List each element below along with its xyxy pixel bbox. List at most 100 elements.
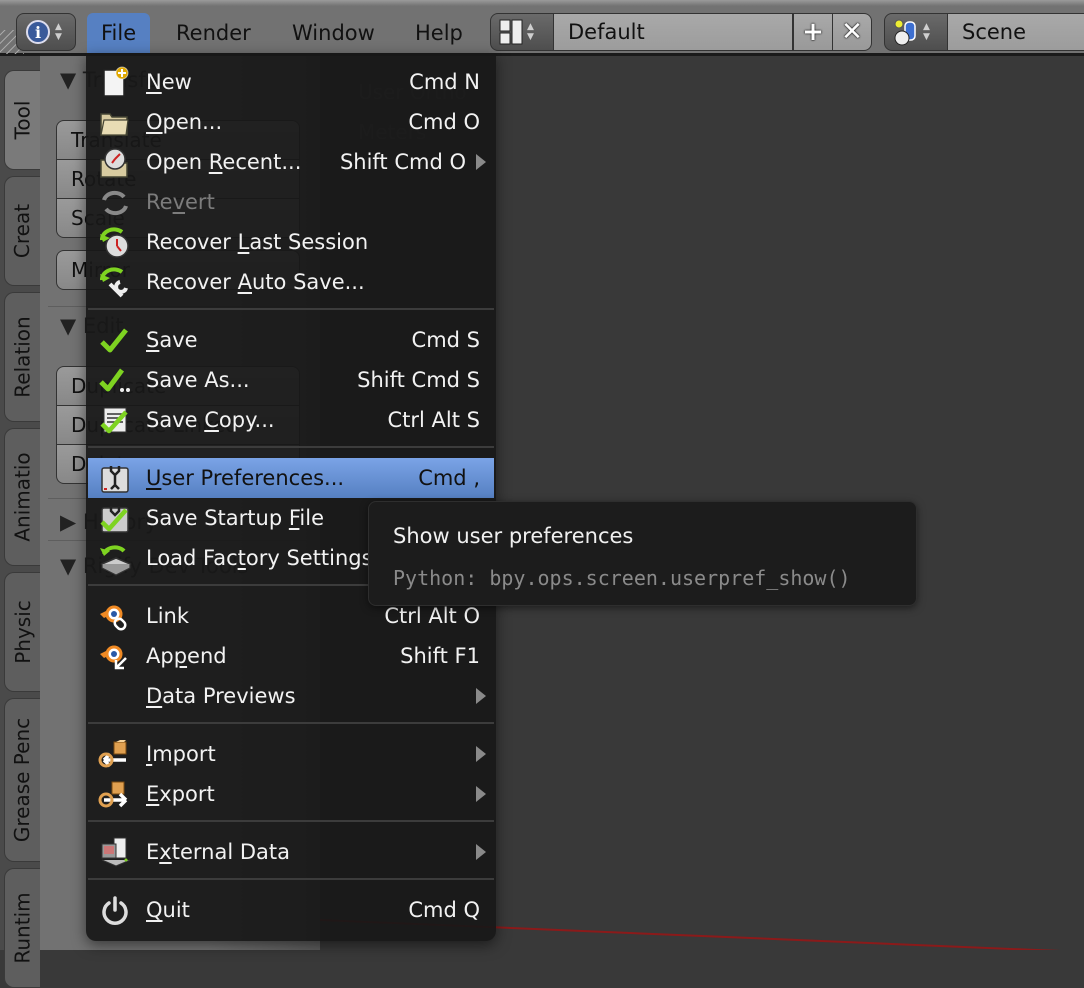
- menu-item-label: Load Factory Settings: [146, 546, 373, 570]
- menu-item-shortcut: Shift F1: [400, 644, 480, 668]
- menu-item-new[interactable]: New Cmd N: [88, 62, 494, 102]
- tab-grease-pencil[interactable]: Grease Penc: [4, 698, 40, 862]
- menu-item-save[interactable]: Save Cmd S: [88, 320, 494, 360]
- tab-label: Tool: [10, 100, 35, 140]
- submenu-arrow-icon: [476, 154, 486, 170]
- menu-item-shortcut: Cmd N: [409, 70, 480, 94]
- tab-physics[interactable]: Physic: [4, 572, 40, 692]
- menu-item-label: Data Previews: [146, 684, 296, 708]
- menu-separator: [88, 722, 494, 724]
- tab-animation[interactable]: Animatio: [4, 428, 40, 566]
- tab-label: Runtim: [10, 892, 35, 964]
- info-icon: i: [25, 19, 51, 45]
- menu-item-revert[interactable]: Revert: [88, 182, 494, 222]
- menu-item-recover-auto-save[interactable]: Recover Auto Save...: [88, 262, 494, 302]
- menu-item-label: Revert: [146, 190, 215, 214]
- tab-tool[interactable]: Tool: [4, 70, 40, 170]
- submenu-arrow-icon: [476, 746, 486, 762]
- menu-item-import[interactable]: Import: [88, 734, 494, 774]
- menu-item-label: Open Recent...: [146, 150, 302, 174]
- screen-layout-field[interactable]: Default: [553, 13, 793, 51]
- add-screen-button[interactable]: +: [793, 13, 833, 51]
- scene-field[interactable]: Scene: [947, 13, 1084, 51]
- remove-screen-button[interactable]: ✕: [832, 13, 872, 51]
- menu-item-shortcut: Cmd ,: [418, 466, 480, 490]
- triangle-right-icon: ▶: [60, 510, 77, 534]
- external-data-icon: [98, 836, 132, 870]
- menu-item-label: Quit: [146, 898, 190, 922]
- menu-item-save-as[interactable]: Save As... Shift Cmd S: [88, 360, 494, 400]
- menu-item-label: Save Startup File: [146, 506, 324, 530]
- menu-item-shortcut: Cmd S: [411, 328, 480, 352]
- screen-layout-value: Default: [568, 20, 645, 44]
- folder-open-icon: [98, 106, 132, 140]
- append-blend-icon: [98, 640, 132, 674]
- menu-file[interactable]: File: [87, 13, 151, 53]
- menu-item-label: Link: [146, 604, 190, 628]
- menu-item-append[interactable]: Append Shift F1: [88, 636, 494, 676]
- menu-item-data-previews[interactable]: Data Previews: [88, 676, 494, 716]
- triangle-down-icon: ▼: [60, 68, 77, 92]
- menu-item-export[interactable]: Export: [88, 774, 494, 814]
- submenu-arrow-icon: [476, 786, 486, 802]
- save-copy-icon: [98, 404, 132, 438]
- tab-label: Physic: [10, 600, 35, 664]
- menu-item-recover-last-session[interactable]: Recover Last Session: [88, 222, 494, 262]
- menu-help[interactable]: Help: [401, 13, 477, 53]
- menu-file-label: File: [101, 21, 137, 45]
- menu-render[interactable]: Render: [162, 13, 265, 53]
- recover-session-icon: [98, 226, 132, 260]
- menu-item-open-recent[interactable]: Open Recent... Shift Cmd O: [88, 142, 494, 182]
- menu-item-quit[interactable]: Quit Cmd Q: [88, 890, 494, 930]
- tooltip: Show user preferences Python: bpy.ops.sc…: [368, 501, 917, 606]
- menu-item-save-copy[interactable]: Save Copy... Ctrl Alt S: [88, 400, 494, 440]
- menu-item-label: Open...: [146, 110, 223, 134]
- updown-arrows-icon: ▲ ▼: [923, 22, 930, 42]
- tab-label: Creat: [10, 203, 35, 259]
- menu-item-open[interactable]: Open... Cmd O: [88, 102, 494, 142]
- scene-selector[interactable]: ▲ ▼: [884, 13, 948, 51]
- svg-text:i: i: [35, 23, 41, 42]
- menu-item-label: Recover Last Session: [146, 230, 369, 254]
- menu-item-label: Save: [146, 328, 198, 352]
- updown-arrows-icon: ▲ ▼: [55, 22, 62, 42]
- preferences-icon: [98, 462, 132, 496]
- tab-create[interactable]: Creat: [4, 176, 40, 286]
- save-check-icon: [98, 324, 132, 358]
- menu-separator: [88, 820, 494, 822]
- editor-type-selector[interactable]: i ▲ ▼: [16, 13, 76, 51]
- import-icon: [98, 738, 132, 772]
- open-recent-icon: [98, 146, 132, 180]
- x-icon: ✕: [841, 17, 863, 47]
- menu-item-shortcut: Cmd O: [408, 110, 480, 134]
- menu-separator: [88, 308, 494, 310]
- menu-separator: [88, 878, 494, 880]
- tab-relations[interactable]: Relation: [4, 292, 40, 422]
- tab-label: Relation: [10, 316, 35, 398]
- menu-item-shortcut: Shift Cmd S: [357, 368, 480, 392]
- menu-help-label: Help: [415, 21, 463, 45]
- menu-window-label: Window: [292, 21, 375, 45]
- menu-item-label: New: [146, 70, 192, 94]
- menu-item-label: User Preferences...: [146, 466, 345, 490]
- link-blend-icon: [98, 600, 132, 634]
- triangle-down-icon: ▼: [60, 314, 77, 338]
- tab-runtime[interactable]: Runtim: [4, 868, 40, 988]
- menu-item-label: Import: [146, 742, 216, 766]
- export-icon: [98, 778, 132, 812]
- menu-item-shortcut: Ctrl Alt O: [384, 604, 480, 628]
- revert-icon: [98, 186, 132, 220]
- tool-shelf-tabs: Tool Creat Relation Animatio Physic Grea…: [0, 56, 40, 988]
- menu-separator: [88, 446, 494, 448]
- menu-item-label: Export: [146, 782, 215, 806]
- scene-value: Scene: [962, 20, 1027, 44]
- power-icon: [98, 894, 132, 928]
- save-startup-icon: [98, 502, 132, 536]
- load-factory-icon: [98, 542, 132, 576]
- scene-icon: [893, 18, 919, 46]
- menu-item-user-preferences[interactable]: User Preferences... Cmd ,: [88, 458, 494, 498]
- menu-window[interactable]: Window: [278, 13, 389, 53]
- screen-layout-selector[interactable]: ▲ ▼: [490, 13, 554, 51]
- menu-item-external-data[interactable]: External Data: [88, 832, 494, 872]
- tooltip-title: Show user preferences: [393, 524, 634, 548]
